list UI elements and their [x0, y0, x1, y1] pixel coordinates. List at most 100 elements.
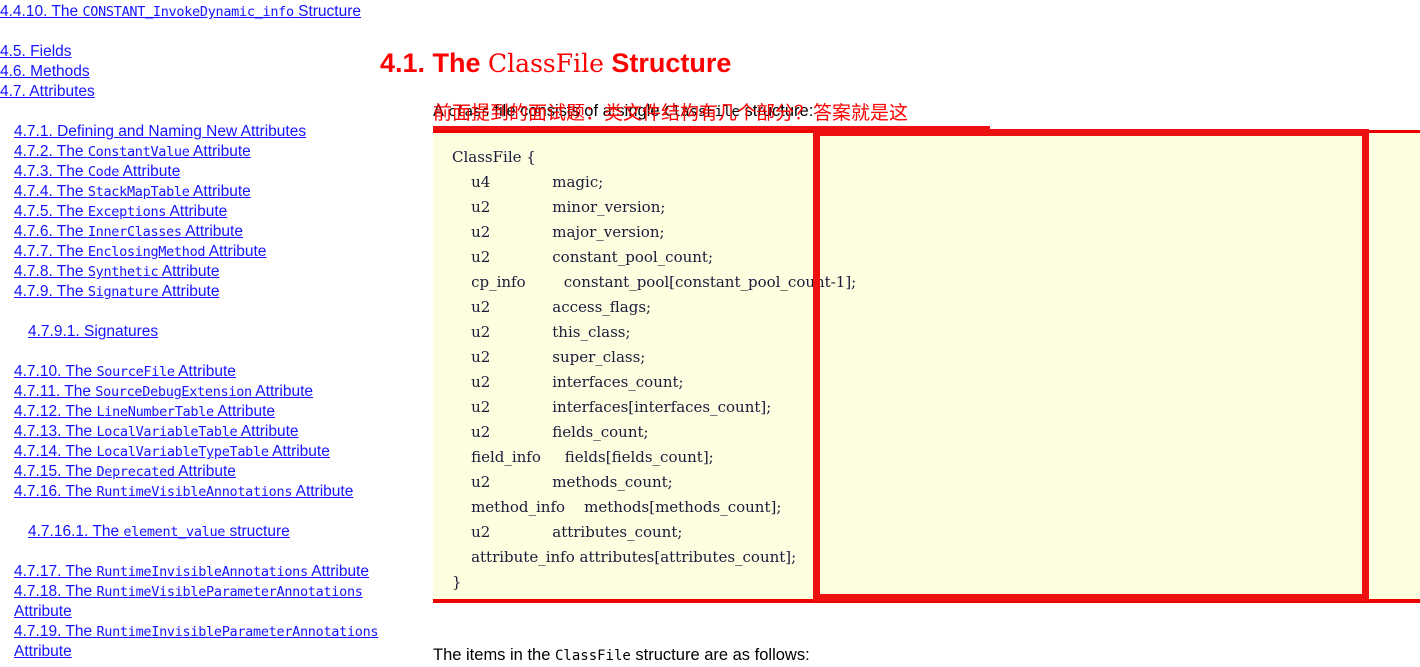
toc-link-21[interactable]: 4.7.16.1. The element_value structure	[28, 522, 380, 542]
toc-link-suffix: Attribute	[166, 203, 228, 220]
toc-link-code: CONSTANT_InvokeDynamic_info	[82, 4, 294, 20]
toc-link-23[interactable]: 4.7.18. The RuntimeVisibleParameterAnnot…	[14, 582, 380, 622]
toc-link-prefix: 4.7.16. The	[14, 483, 97, 500]
toc-link-code: Deprecated	[96, 464, 175, 480]
toc-link-12[interactable]: 4.7.9. The Signature Attribute	[14, 282, 380, 302]
toc-link-4[interactable]: 4.7.1. Defining and Naming New Attribute…	[14, 122, 380, 142]
toc-link-16[interactable]: 4.7.12. The LineNumberTable Attribute	[14, 402, 380, 422]
toc-link-13[interactable]: 4.7.9.1. Signatures	[28, 322, 380, 342]
toc-link-prefix: 4.7.3. The	[14, 163, 88, 180]
toc-link-code: SourceFile	[96, 364, 175, 380]
toc-link-14[interactable]: 4.7.10. The SourceFile Attribute	[14, 362, 380, 382]
toc-link-suffix: Attribute	[268, 443, 330, 460]
toc-link-prefix: 4.7.19. The	[14, 623, 97, 640]
toc-link-prefix: 4.7.15. The	[14, 463, 97, 480]
table-of-contents-sidebar[interactable]: 4.4.10. The CONSTANT_InvokeDynamic_info …	[0, 0, 380, 665]
toc-link-suffix: Attribute	[174, 363, 236, 380]
items-text-1: The items in the	[433, 645, 555, 664]
toc-link-code: LocalVariableTypeTable	[96, 444, 269, 460]
toc-link-prefix: 4.7.6. The	[14, 223, 88, 240]
toc-link-code: RuntimeInvisibleParameterAnnotations	[96, 624, 379, 640]
toc-link-7[interactable]: 4.7.4. The StackMapTable Attribute	[14, 182, 380, 202]
toc-link-prefix: 4.5. Fields	[0, 43, 72, 60]
chinese-annotation-note: 前面提到的面试题：类文件结构有几个部分？答案就是这	[433, 102, 909, 124]
toc-link-prefix: 4.6. Methods	[0, 63, 90, 80]
classfile-structure-code-text: ClassFile { u4 magic; u2 minor_version; …	[452, 148, 857, 591]
toc-link-suffix: Attribute	[174, 463, 236, 480]
toc-link-prefix: 4.7.11. The	[14, 383, 96, 400]
toc-link-code: ConstantValue	[87, 144, 190, 160]
toc-link-17[interactable]: 4.7.13. The LocalVariableTable Attribute	[14, 422, 380, 442]
toc-link-24[interactable]: 4.7.19. The RuntimeInvisibleParameterAnn…	[14, 622, 380, 662]
page-title: 4.1. The ClassFile Structure	[380, 46, 731, 81]
toc-link-suffix: Attribute	[14, 603, 72, 620]
toc-link-suffix: Attribute	[307, 563, 369, 580]
items-text-2: structure are as follows:	[630, 645, 810, 664]
items-paragraph: The items in the ClassFile structure are…	[433, 644, 810, 667]
toc-link-prefix: 4.7.16.1. The	[28, 523, 124, 540]
toc-spacer	[0, 102, 380, 122]
toc-link-code: SourceDebugExtension	[95, 384, 252, 400]
toc-link-8[interactable]: 4.7.5. The Exceptions Attribute	[14, 202, 380, 222]
toc-link-suffix: Attribute	[158, 263, 220, 280]
toc-link-1[interactable]: 4.5. Fields	[0, 42, 380, 62]
toc-link-code: LineNumberTable	[96, 404, 214, 420]
toc-link-prefix: 4.7.9.1. Signatures	[28, 323, 159, 340]
page-title-before: 4.1. The	[380, 48, 489, 79]
toc-link-prefix: 4.7.10. The	[14, 363, 97, 380]
toc-link-suffix: Attribute	[189, 183, 251, 200]
toc-link-suffix: Attribute	[205, 243, 267, 260]
toc-spacer	[0, 542, 380, 562]
toc-link-code: RuntimeInvisibleAnnotations	[96, 564, 308, 580]
toc-link-code: StackMapTable	[87, 184, 190, 200]
toc-link-prefix: 4.7.4. The	[14, 183, 88, 200]
toc-link-suffix: Attribute	[251, 383, 314, 400]
toc-link-suffix: Attribute	[14, 643, 72, 660]
toc-link-0[interactable]: 4.4.10. The CONSTANT_InvokeDynamic_info …	[0, 2, 380, 22]
toc-link-suffix: Attribute	[292, 483, 354, 500]
toc-link-suffix: Attribute	[158, 283, 220, 300]
toc-link-code: Synthetic	[87, 264, 159, 280]
toc-link-code: RuntimeVisibleAnnotations	[96, 484, 293, 500]
toc-link-suffix: Structure	[293, 3, 362, 20]
toc-link-5[interactable]: 4.7.2. The ConstantValue Attribute	[14, 142, 380, 162]
toc-link-suffix: Attribute	[189, 143, 251, 160]
toc-link-11[interactable]: 4.7.8. The Synthetic Attribute	[14, 262, 380, 282]
toc-link-3[interactable]: 4.7. Attributes	[0, 82, 380, 102]
toc-link-18[interactable]: 4.7.14. The LocalVariableTypeTable Attri…	[14, 442, 380, 462]
toc-link-10[interactable]: 4.7.7. The EnclosingMethod Attribute	[14, 242, 380, 262]
toc-link-prefix: 4.7.13. The	[14, 423, 97, 440]
toc-link-code: Code	[87, 164, 120, 180]
toc-spacer	[0, 22, 380, 42]
main-content: 4.1. The ClassFile Structure A class fil…	[380, 0, 1420, 665]
toc-link-15[interactable]: 4.7.11. The SourceDebugExtension Attribu…	[14, 382, 380, 402]
classfile-structure-code-block: ClassFile { u4 magic; u2 minor_version; …	[433, 130, 1420, 603]
toc-link-19[interactable]: 4.7.15. The Deprecated Attribute	[14, 462, 380, 482]
toc-spacer	[0, 502, 380, 522]
toc-link-suffix: Attribute	[213, 403, 276, 420]
toc-link-suffix: Attribute	[181, 223, 243, 240]
toc-link-prefix: 4.7. Attributes	[0, 83, 95, 100]
toc-link-prefix: 4.7.8. The	[14, 263, 88, 280]
toc-link-code: Exceptions	[87, 204, 167, 220]
toc-link-prefix: 4.7.14. The	[14, 443, 97, 460]
toc-link-20[interactable]: 4.7.16. The RuntimeVisibleAnnotations At…	[14, 482, 380, 502]
toc-link-prefix: 4.7.2. The	[14, 143, 88, 160]
toc-spacer	[0, 342, 380, 362]
page-root: 4.4.10. The CONSTANT_InvokeDynamic_info …	[0, 0, 1420, 665]
toc-link-suffix: Attribute	[237, 423, 299, 440]
toc-link-code: EnclosingMethod	[87, 244, 206, 260]
toc-link-2[interactable]: 4.6. Methods	[0, 62, 380, 82]
toc-link-code: InnerClasses	[87, 224, 182, 240]
toc-link-prefix: 4.7.1. Defining and Naming New Attribute…	[14, 123, 307, 140]
toc-link-prefix: 4.4.10. The	[0, 3, 83, 20]
toc-link-code: Signature	[87, 284, 159, 300]
page-title-after: Structure	[603, 48, 732, 79]
toc-link-prefix: 4.7.7. The	[14, 243, 88, 260]
toc-link-code: LocalVariableTable	[96, 424, 238, 440]
toc-link-6[interactable]: 4.7.3. The Code Attribute	[14, 162, 380, 182]
toc-link-9[interactable]: 4.7.6. The InnerClasses Attribute	[14, 222, 380, 242]
toc-link-prefix: 4.7.17. The	[14, 563, 97, 580]
toc-link-suffix: Attribute	[119, 163, 181, 180]
toc-link-22[interactable]: 4.7.17. The RuntimeInvisibleAnnotations …	[14, 562, 380, 582]
